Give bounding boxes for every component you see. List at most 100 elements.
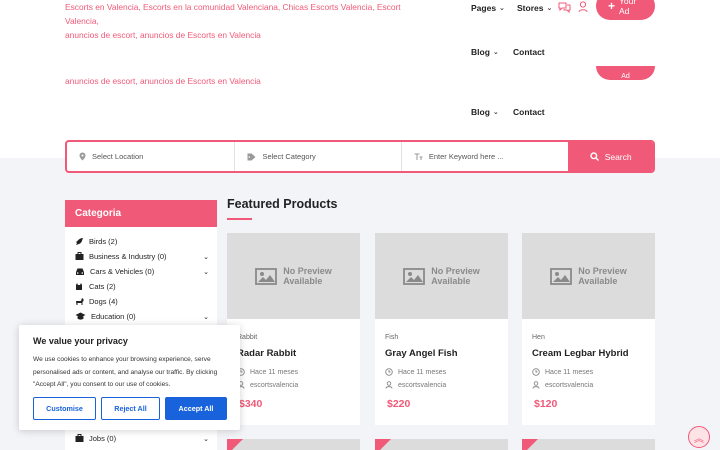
category-select[interactable]: Select Category xyxy=(235,142,402,171)
nav-blog-label: Blog xyxy=(471,47,490,57)
user-icon xyxy=(532,381,540,389)
search-button-label: Search xyxy=(604,151,632,162)
scroll-to-top-button[interactable]: ︽ xyxy=(688,426,710,448)
header: Escorts en Valencia, Escorts en la comun… xyxy=(0,0,720,158)
post-ad-label-duplicate: Ad xyxy=(621,73,630,80)
category-cars-vehicles[interactable]: Cars & Vehicles (0) ⌄ xyxy=(75,267,209,276)
image-icon xyxy=(403,267,426,285)
product-author-label: escortsvalencia xyxy=(398,381,447,389)
product-category[interactable]: Hen xyxy=(532,334,545,341)
featured-title: Featured Products xyxy=(227,197,338,211)
product-price: $220 xyxy=(387,398,411,410)
tagline-line-1: Escorts en Valencia, Escorts en la comun… xyxy=(65,2,401,26)
product-category[interactable]: Fish xyxy=(385,334,398,341)
product-time: Hace 11 meses xyxy=(237,368,298,376)
product-image-placeholder[interactable]: No Preview Available xyxy=(522,233,655,319)
category-business-industry[interactable]: Business & Industry (0) ⌄ xyxy=(75,252,209,261)
nav-stores-label: Stores xyxy=(517,3,544,13)
product-author-label: escortsvalencia xyxy=(545,381,594,389)
nav-blog-label-duplicate: Blog xyxy=(471,107,490,117)
flash-badge-icon xyxy=(375,439,391,450)
product-author-label: escortsvalencia xyxy=(250,381,299,389)
chevron-down-icon: ⌄ xyxy=(492,49,499,56)
product-time-label: Hace 11 meses xyxy=(398,368,447,376)
chevron-down-icon[interactable]: ⌄ xyxy=(203,268,209,276)
double-chevron-up-icon: ︽ xyxy=(694,433,704,445)
product-name[interactable]: Gray Angel Fish xyxy=(385,348,458,359)
product-category[interactable]: Rabbit xyxy=(237,334,257,341)
chevron-down-icon[interactable]: ⌄ xyxy=(203,313,209,321)
cookie-title: We value your privacy xyxy=(33,336,128,346)
reject-all-button[interactable]: Reject All xyxy=(101,397,160,420)
nav-stores[interactable]: Stores ⌄ xyxy=(517,3,552,13)
image-icon xyxy=(255,267,278,285)
map-pin-icon xyxy=(79,152,86,161)
briefcase-icon xyxy=(75,252,84,260)
product-author[interactable]: escortsvalencia xyxy=(385,381,446,389)
category-placeholder: Select Category xyxy=(262,152,316,161)
keyword-input[interactable]: Enter Keyword here ... xyxy=(402,142,568,171)
nav-pages-label: Pages xyxy=(471,3,497,13)
category-label: Jobs (0) xyxy=(89,434,117,443)
user-icon xyxy=(385,381,393,389)
plus-icon: + xyxy=(607,0,615,13)
bird-icon xyxy=(76,238,83,245)
nav-contact-duplicate[interactable]: Contact xyxy=(513,107,545,117)
chat-icon[interactable] xyxy=(558,2,571,13)
category-label: Education (0) xyxy=(91,312,136,321)
product-price: $340 xyxy=(239,398,263,410)
clock-icon xyxy=(532,368,540,376)
accept-all-button[interactable]: Accept All xyxy=(165,397,227,420)
category-birds[interactable]: Birds (2) xyxy=(75,237,209,246)
customise-button[interactable]: Customise xyxy=(33,397,96,420)
nav-blog[interactable]: Blog ⌄ xyxy=(471,47,499,57)
product-card-next[interactable] xyxy=(227,439,360,450)
product-name[interactable]: Cream Legbar Hybrid xyxy=(532,348,629,359)
nav-contact[interactable]: Contact xyxy=(513,47,545,57)
post-ad-button[interactable]: + Your Ad xyxy=(596,0,655,20)
category-dogs[interactable]: Dogs (4) xyxy=(75,297,209,306)
product-image-placeholder[interactable]: No Preview Available xyxy=(375,233,508,319)
product-card[interactable]: No Preview Available Fish Gray Angel Fish… xyxy=(375,233,508,425)
location-select[interactable]: Select Location xyxy=(67,142,236,171)
briefcase-icon xyxy=(75,434,84,442)
chevron-down-icon: ⌄ xyxy=(499,5,505,12)
user-icon[interactable] xyxy=(578,1,588,13)
flash-badge-icon xyxy=(227,439,243,450)
post-ad-button-duplicate[interactable]: Ad xyxy=(596,66,655,80)
chevron-down-icon[interactable]: ⌄ xyxy=(203,253,209,261)
nav-pages[interactable]: Pages ⌄ xyxy=(471,3,505,13)
category-label: Birds (2) xyxy=(89,237,118,246)
search-bar: Select Location Select Category Enter Ke… xyxy=(65,140,655,173)
sidebar-title: Categoria xyxy=(65,200,217,227)
category-label: Dogs (4) xyxy=(89,297,118,306)
product-image-placeholder[interactable]: No Preview Available xyxy=(227,233,360,319)
category-education[interactable]: Education (0) ⌄ xyxy=(75,312,209,321)
post-ad-label: Your Ad xyxy=(619,0,637,16)
chevron-down-icon[interactable]: ⌄ xyxy=(203,435,209,443)
product-card[interactable]: No Preview Available Rabbit Radar Rabbit … xyxy=(227,233,360,425)
category-label: Cars & Vehicles (0) xyxy=(90,267,155,276)
chevron-down-icon: ⌄ xyxy=(546,5,553,12)
search-button[interactable]: Search xyxy=(568,142,653,171)
product-time-label: Hace 11 meses xyxy=(545,368,594,376)
category-label: Business & Industry (0) xyxy=(89,252,167,261)
cat-icon xyxy=(76,283,82,290)
location-placeholder: Select Location xyxy=(92,152,144,161)
category-cats[interactable]: Cats (2) xyxy=(75,282,209,291)
cookie-text: We use cookies to enhance your browsing … xyxy=(33,356,218,388)
product-card[interactable]: No Preview Available Hen Cream Legbar Hyb… xyxy=(522,233,655,425)
product-card-next[interactable] xyxy=(522,439,655,450)
no-preview-text: No Preview Available xyxy=(283,266,332,286)
nav-blog-duplicate[interactable]: Blog ⌄ xyxy=(471,107,499,117)
category-jobs[interactable]: Jobs (0) ⌄ xyxy=(75,434,209,443)
product-author[interactable]: escortsvalencia xyxy=(532,381,593,389)
product-author[interactable]: escortsvalencia xyxy=(237,381,298,389)
product-price: $120 xyxy=(534,398,558,410)
text-cursor-icon xyxy=(414,153,423,160)
no-preview-text: No Preview Available xyxy=(578,266,627,286)
product-name[interactable]: Radar Rabbit xyxy=(237,348,296,359)
site-tagline: Escorts en Valencia, Escorts en la comun… xyxy=(65,0,425,42)
site-tagline-repeat: anuncios de escort, anuncios de Escorts … xyxy=(65,76,261,86)
product-card-next[interactable] xyxy=(375,439,508,450)
